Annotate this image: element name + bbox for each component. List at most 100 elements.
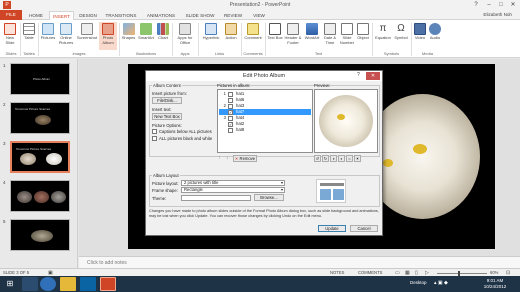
new-slide-button[interactable]: New Slide — [2, 23, 18, 45]
wordart-icon — [306, 23, 318, 35]
wordart-button[interactable]: WordArt — [303, 23, 321, 41]
slide-number-button[interactable]: Slide Number — [339, 23, 355, 45]
picture-checkbox[interactable]: ✓ — [228, 109, 233, 115]
slide-number: 3 — [3, 141, 6, 146]
picture-checkbox[interactable] — [228, 103, 233, 109]
captions-checkbox[interactable] — [152, 129, 157, 134]
desktop-toolbar[interactable]: Desktop — [410, 280, 427, 285]
chart-button[interactable]: Chart — [156, 23, 170, 41]
tab-slide-show[interactable]: SLIDE SHOW — [182, 11, 218, 20]
tab-file[interactable]: FILE — [0, 10, 22, 20]
black-white-checkbox[interactable] — [152, 136, 157, 141]
picture-checkbox[interactable]: ✓ — [228, 121, 233, 127]
picture-checkbox[interactable] — [228, 91, 233, 97]
close-button[interactable]: ✕ — [507, 0, 519, 10]
tab-animations[interactable]: ANIMATIONS — [142, 11, 180, 20]
clock-date[interactable]: 10/24/2012 — [480, 284, 510, 289]
pictures-in-album-label: Pictures in album: — [217, 83, 251, 88]
shapes-icon — [122, 23, 135, 35]
zoom-slider-thumb[interactable] — [458, 270, 460, 276]
hyperlink-button[interactable]: Hyperlink — [200, 23, 222, 41]
cancel-button[interactable]: Cancel — [350, 225, 378, 232]
slide-thumbnail-3[interactable]: Tomorrow Picture Scarves — [10, 141, 70, 173]
date-time-button[interactable]: Date & Time — [322, 23, 338, 45]
move-down-icon[interactable]: ↓ — [226, 155, 229, 161]
symbol-button[interactable]: Ω Symbol — [393, 23, 409, 41]
zoom-slider[interactable] — [437, 272, 487, 274]
brightness-down-icon[interactable]: ☀ — [354, 155, 361, 162]
picture-layout-select[interactable]: 2 pictures with title ▾ — [181, 180, 285, 186]
desktop-app-icon[interactable] — [22, 277, 38, 291]
windows-start-icon[interactable]: ⊞ — [2, 277, 18, 291]
audio-button[interactable]: Audio — [428, 23, 442, 41]
header-footer-button[interactable]: Header & Footer — [284, 23, 302, 45]
online-pictures-button[interactable]: Online Pictures — [57, 23, 75, 45]
pictures-icon — [42, 23, 54, 35]
clock-time[interactable]: 9:01 AM — [480, 278, 510, 283]
brightness-up-icon[interactable]: ☼ — [346, 155, 353, 162]
tab-view[interactable]: VIEW — [248, 11, 270, 20]
table-button[interactable]: Table — [22, 23, 36, 41]
file-disk-button[interactable]: File/Disk... — [152, 97, 182, 104]
action-button[interactable]: Action — [223, 23, 239, 41]
tab-design[interactable]: DESIGN — [76, 11, 100, 20]
powerpoint-taskbar-icon[interactable] — [100, 277, 116, 291]
slide-thumbnail-1[interactable]: Photo Album — [10, 63, 70, 95]
pictures-button[interactable]: Pictures — [40, 23, 56, 41]
video-button[interactable]: Video — [413, 23, 427, 41]
rotate-left-icon[interactable]: ↺ — [314, 155, 321, 162]
new-text-box-button[interactable]: New Text Box — [152, 113, 182, 120]
comment-button[interactable]: Comment — [243, 23, 263, 41]
picture-checkbox[interactable] — [228, 115, 233, 121]
apps-for-office-button[interactable]: Apps for Office — [174, 23, 196, 45]
dialog-help-button[interactable]: ? — [357, 72, 360, 78]
contrast-up-icon[interactable]: ◑ — [330, 155, 337, 162]
object-icon — [357, 23, 369, 35]
help-button[interactable]: ? — [470, 0, 482, 10]
dialog-close-button[interactable]: ✕ — [366, 72, 380, 80]
frame-shape-select[interactable]: Rectangle ▾ — [181, 187, 285, 193]
equation-button[interactable]: π Equation — [374, 23, 392, 41]
slide-thumbnail-4[interactable] — [10, 180, 70, 212]
slide-thumbnail-5[interactable] — [10, 219, 70, 251]
minimize-button[interactable]: – — [483, 0, 495, 10]
update-button[interactable]: Update — [318, 225, 346, 232]
slide-thumbnails-panel[interactable]: 1 Photo Album 2 Tomorrow Picture Scarves… — [0, 59, 78, 268]
picture-checkbox[interactable] — [228, 127, 233, 133]
maximize-button[interactable]: □ — [495, 0, 507, 10]
insert-picture-label: Insert picture from: — [152, 91, 187, 96]
slide-number: 4 — [3, 180, 6, 185]
omega-icon: Ω — [397, 23, 405, 34]
browse-button[interactable]: Browse... — [254, 194, 284, 201]
tray-icons[interactable]: ▴ ▣ ◆ — [434, 280, 448, 286]
pictures-list[interactable]: 1 hat1 hat6 2 hat3 ✓ hat7 3 hat4 ✓ hat2 hat8 — [217, 89, 313, 153]
screenshot-button[interactable]: Screenshot — [76, 23, 98, 41]
picture-checkbox[interactable] — [228, 97, 233, 103]
slide-thumbnail-2[interactable]: Tomorrow Picture Scarves — [10, 102, 70, 134]
smartart-button[interactable]: SmartArt — [137, 23, 155, 41]
internet-explorer-icon[interactable] — [40, 277, 56, 291]
file-explorer-icon[interactable] — [60, 277, 76, 291]
outlook-icon[interactable] — [80, 277, 96, 291]
preview-label: Preview: — [314, 83, 331, 88]
contrast-down-icon[interactable]: ◐ — [338, 155, 345, 162]
list-item[interactable]: hat8 — [219, 127, 311, 133]
tab-review[interactable]: REVIEW — [220, 11, 246, 20]
ribbon-tabs: FILE HOME INSERT DESIGN TRANSITIONS ANIM… — [0, 10, 520, 21]
text-box-button[interactable]: Text Box — [267, 23, 283, 41]
tab-transitions[interactable]: TRANSITIONS — [102, 11, 140, 20]
remove-button[interactable]: ✕ Remove — [233, 155, 257, 162]
photo-album-button[interactable]: Photo Album — [99, 22, 117, 50]
move-up-icon[interactable]: ↑ — [218, 155, 221, 161]
shapes-button[interactable]: Shapes — [121, 23, 136, 41]
theme-input[interactable] — [181, 195, 251, 201]
user-name[interactable]: Elizabeth Noh — [483, 10, 512, 20]
rotate-right-icon[interactable]: ↻ — [322, 155, 329, 162]
group-comments: Comments — [243, 51, 263, 56]
tab-home[interactable]: HOME — [24, 11, 48, 20]
notes-pane[interactable]: Click to add notes — [79, 256, 520, 268]
action-icon — [225, 23, 237, 35]
hat-photo — [20, 153, 36, 165]
layout-picture-placeholder — [320, 189, 331, 200]
object-button[interactable]: Object — [356, 23, 370, 41]
